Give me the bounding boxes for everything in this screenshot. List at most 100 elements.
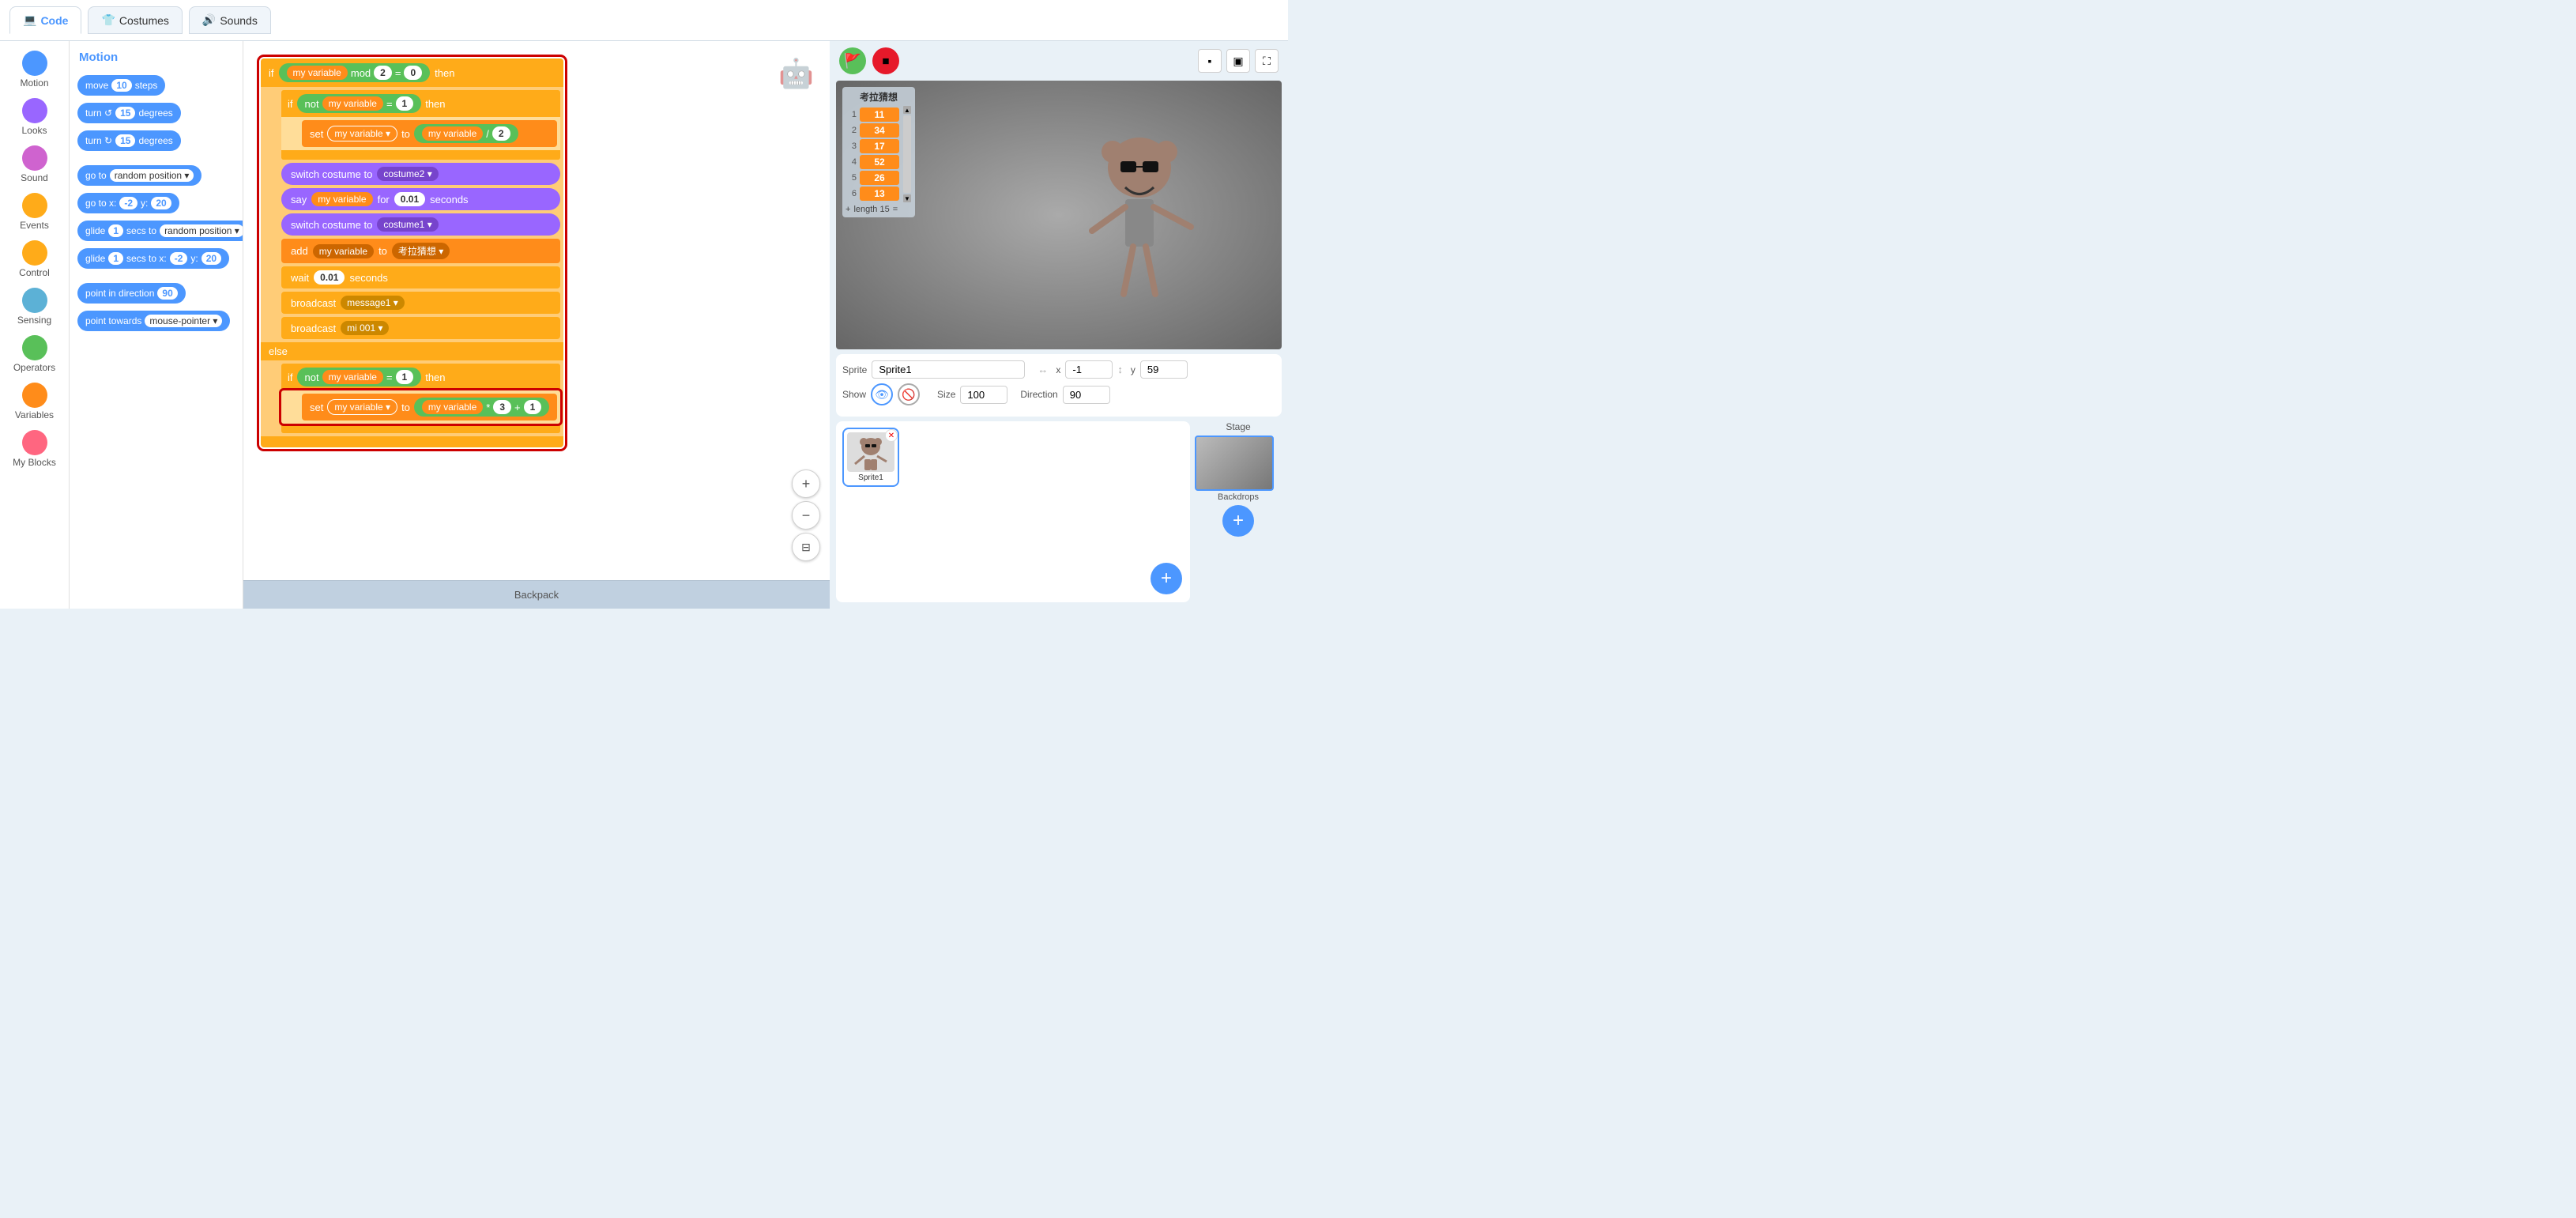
left-leg [1124,247,1133,294]
set-block-1[interactable]: set my variable ▾ to my variable / 2 [302,120,557,147]
sprite-properties: Sprite ↔ x ↕ y Show 👁 🚫 Size Direction [836,354,1282,417]
var-monitor-title: 考拉猜想 [845,90,912,104]
stage-section-label: Stage [1195,421,1282,432]
sidebar-item-control[interactable]: Control [3,237,66,281]
if-header: if my variable mod 2 = 0 then [261,58,563,87]
block-goto-xy[interactable]: go to x: -2 y: 20 [76,190,236,216]
else-body: if not my variable = 1 then [261,360,563,436]
layout-fullscreen-button[interactable]: ⛶ [1255,49,1279,73]
block-turn-left[interactable]: turn ↺ 15 degrees [76,100,236,126]
switch-costume-block[interactable]: switch costume to costume2 ▾ [281,163,560,185]
block-glide-random[interactable]: glide 1 secs to random position ▾ [76,218,236,243]
sounds-icon: 🔊 [202,13,216,27]
hide-button[interactable]: 🚫 [898,383,920,405]
say-block[interactable]: say my variable for 0.01 seconds [281,188,560,210]
sidebar-item-motion[interactable]: Motion [3,47,66,92]
sprite-name-input[interactable] [872,360,1025,379]
sprite-size-input[interactable] [960,386,1007,404]
tab-code[interactable]: 💻 Code [9,6,81,34]
sprite-workspace-icon: 🤖 [778,57,814,90]
sprite-x-input[interactable] [1065,360,1113,379]
zoom-reset-button[interactable]: ⊟ [792,533,820,561]
add-backdrop-button[interactable]: + [1222,505,1254,537]
wait-block[interactable]: wait 0.01 seconds [281,266,560,288]
left-lens [1120,161,1136,172]
block-glide-xy[interactable]: glide 1 secs to x: -2 y: 20 [76,246,236,271]
sidebar-item-sound[interactable]: Sound [3,142,66,187]
green-flag-button[interactable]: 🚩 [839,47,866,74]
if-body: if not my variable = 1 then [261,87,563,342]
workspace-canvas: if my variable mod 2 = 0 then [243,41,830,609]
tab-sounds[interactable]: 🔊 Sounds [189,6,271,34]
right-leg [1146,247,1155,294]
layout-normal-button[interactable]: ▣ [1226,49,1250,73]
show-button[interactable]: 👁 [871,383,893,405]
else-nested-if[interactable]: if not my variable = 1 then [281,364,560,433]
sidebar-item-operators[interactable]: Operators [3,332,66,376]
sprite-delete-button[interactable]: ✕ [885,429,898,442]
var-row-1: 1 11 [845,107,899,122]
body [1125,199,1154,247]
script-area: if my variable mod 2 = 0 then [243,41,830,594]
zoom-in-button[interactable]: + [792,469,820,498]
broadcast-block-2[interactable]: broadcast mi 001 ▾ [281,317,560,339]
switch-costume2-block[interactable]: switch costume to costume1 ▾ [281,213,560,236]
sprite-info-row-1: Sprite ↔ x ↕ y [842,360,1275,379]
sidebar-item-events[interactable]: Events [3,190,66,234]
stage-section: Stage Backdrops + [1195,421,1282,602]
zoom-controls: + − ⊟ [792,469,820,561]
nested-if-condition[interactable]: not my variable = 1 [297,94,422,113]
variables-dot [22,383,47,408]
else-nested-footer [281,424,560,433]
main-layout: Motion Looks Sound Events Control Sensin… [0,41,1288,609]
layout-small-button[interactable]: ▪ [1198,49,1222,73]
var-row-3: 3 17 [845,139,899,153]
stage-backdrop-thumb[interactable] [1195,436,1274,491]
block-goto-random[interactable]: go to random position ▾ [76,163,236,188]
var-row-4: 4 52 [845,155,899,169]
else-nested-condition[interactable]: not my variable = 1 [297,368,422,387]
left-ear [1102,141,1124,163]
add-to-list-block[interactable]: add my variable to 考拉猜想 ▾ [281,239,560,263]
divide-op[interactable]: my variable / 2 [414,124,518,143]
var-row-5: 5 26 [845,171,899,185]
bottom-panel: Sprite1 ✕ + Stage Backdrops + [830,421,1288,609]
var-rows: 1 11 2 34 3 17 4 52 [845,106,899,202]
looks-dot [22,98,47,123]
workspace: if my variable mod 2 = 0 then [243,41,830,609]
backpack-bar[interactable]: Backpack [243,580,830,609]
var-row-2: 2 34 [845,123,899,138]
zoom-out-button[interactable]: − [792,501,820,530]
var-scrollbar[interactable]: ▲ ▼ [902,106,912,202]
broadcast-block-1[interactable]: broadcast message1 ▾ [281,292,560,314]
sprite-y-input[interactable] [1140,360,1188,379]
control-dot [22,240,47,266]
if-condition[interactable]: my variable mod 2 = 0 [279,63,431,82]
sidebar-item-myblocks[interactable]: My Blocks [3,427,66,471]
code-icon: 💻 [23,13,36,27]
nested-if-block[interactable]: if not my variable = 1 then [281,90,560,160]
set-block-2[interactable]: set my variable ▾ to my variable * 3 + 1 [302,394,557,420]
block-turn-right[interactable]: turn ↻ 15 degrees [76,128,236,153]
main-if-block[interactable]: if my variable mod 2 = 0 then [259,57,565,449]
nested-body: set my variable ▾ to my variable / 2 [281,117,560,150]
else-label: else [261,342,563,360]
var-scroll-up[interactable]: ▲ [903,106,911,114]
tab-costumes[interactable]: 👕 Costumes [88,6,182,34]
right-lens [1143,161,1158,172]
sidebar-item-sensing[interactable]: Sensing [3,285,66,329]
stop-button[interactable]: ⏹ [872,47,899,74]
var-scroll-down[interactable]: ▼ [903,194,911,202]
else-nested-body: set my variable ▾ to my variable * 3 + 1 [281,390,560,424]
sprite-direction-input[interactable] [1063,386,1110,404]
block-point-direction[interactable]: point in direction 90 [76,281,236,306]
add-sprite-button[interactable]: + [1151,563,1182,594]
sidebar-item-variables[interactable]: Variables [3,379,66,424]
blocks-panel-title: Motion [76,47,236,70]
variable-monitor: 考拉猜想 1 11 2 34 3 17 [842,87,915,217]
block-move[interactable]: move 10 steps [76,73,236,98]
stage-controls: 🚩 ⏹ ▪ ▣ ⛶ [830,41,1288,81]
multiply-op[interactable]: my variable * 3 + 1 [414,398,549,417]
sidebar-item-looks[interactable]: Looks [3,95,66,139]
block-point-towards[interactable]: point towards mouse-pointer ▾ [76,308,236,334]
